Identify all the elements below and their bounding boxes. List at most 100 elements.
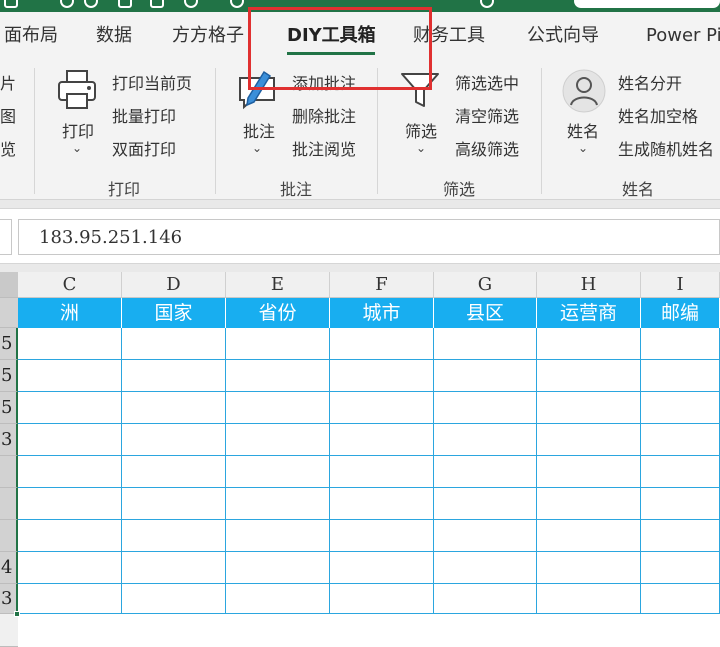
table-cell[interactable]	[641, 488, 720, 520]
table-cell[interactable]	[226, 552, 330, 584]
table-cell[interactable]	[226, 584, 330, 614]
row-header[interactable]	[0, 488, 18, 520]
formula-input[interactable]: 183.95.251.146	[18, 219, 720, 255]
advanced-filter-button[interactable]: 高级筛选	[455, 136, 519, 160]
table-cell[interactable]	[537, 392, 641, 424]
column-header[interactable]: C	[18, 272, 122, 298]
table-header-cell[interactable]: 城市	[330, 298, 434, 328]
touch-icon[interactable]	[230, 0, 244, 8]
table-cell[interactable]	[641, 456, 720, 488]
table-cell[interactable]	[434, 456, 537, 488]
tab-formula-wizard[interactable]: 公式向导	[527, 12, 599, 60]
table-header-cell[interactable]: 洲	[18, 298, 122, 328]
select-all-corner[interactable]	[0, 272, 18, 298]
row-header[interactable]: 5	[0, 392, 18, 424]
table-cell[interactable]	[434, 392, 537, 424]
row-header[interactable]	[0, 614, 18, 647]
table-cell[interactable]	[226, 360, 330, 392]
name-add-space-button[interactable]: 姓名加空格	[618, 103, 698, 127]
name-box[interactable]	[0, 219, 12, 255]
comment-review-button[interactable]: 批注阅览	[292, 136, 356, 160]
table-cell[interactable]	[537, 456, 641, 488]
fill-handle[interactable]	[14, 611, 20, 617]
column-header[interactable]: F	[330, 272, 434, 298]
clear-filter-button[interactable]: 清空筛选	[455, 103, 519, 127]
table-cell[interactable]	[330, 360, 434, 392]
table-cell[interactable]	[434, 520, 537, 552]
table-cell[interactable]	[641, 520, 720, 552]
table-cell[interactable]	[122, 392, 226, 424]
delete-comment-button[interactable]: 删除批注	[292, 103, 356, 127]
print-current-page-button[interactable]: 打印当前页	[112, 70, 192, 94]
duplex-print-button[interactable]: 双面打印	[112, 136, 176, 160]
table-cell[interactable]	[18, 424, 122, 456]
table-cell[interactable]	[641, 424, 720, 456]
layout-icon[interactable]	[118, 0, 132, 8]
table-cell[interactable]	[226, 456, 330, 488]
row-header[interactable]: 4	[0, 552, 18, 584]
table-cell[interactable]	[18, 584, 122, 614]
tab-power-pivot[interactable]: Power Pi	[646, 12, 720, 60]
table-cell[interactable]	[434, 424, 537, 456]
ribbon-partial-item[interactable]: 片	[0, 70, 16, 94]
table-cell[interactable]	[641, 552, 720, 584]
column-header[interactable]: D	[122, 272, 226, 298]
table-cell[interactable]	[641, 392, 720, 424]
table-cell[interactable]	[537, 584, 641, 614]
table-cell[interactable]	[18, 392, 122, 424]
table-header-cell[interactable]: 邮编	[641, 298, 720, 328]
filter-selected-button[interactable]: 筛选选中	[455, 70, 519, 94]
redo-icon[interactable]	[84, 0, 98, 8]
table-cell[interactable]	[434, 360, 537, 392]
split-name-button[interactable]: 姓名分开	[618, 70, 682, 94]
row-header[interactable]: 5	[0, 360, 18, 392]
table-cell[interactable]	[434, 488, 537, 520]
random-name-button[interactable]: 生成随机姓名	[618, 136, 714, 160]
undo-icon[interactable]	[60, 0, 74, 8]
table-cell[interactable]	[18, 520, 122, 552]
table-cell[interactable]	[122, 360, 226, 392]
table-cell[interactable]	[18, 456, 122, 488]
save-icon[interactable]	[4, 0, 18, 8]
column-header[interactable]: G	[434, 272, 537, 298]
table-cell[interactable]	[330, 328, 434, 360]
table-cell[interactable]	[537, 552, 641, 584]
table-cell[interactable]	[226, 424, 330, 456]
table-cell[interactable]	[122, 328, 226, 360]
circle-icon[interactable]	[184, 0, 198, 8]
table-cell[interactable]	[18, 488, 122, 520]
table-cell[interactable]	[122, 456, 226, 488]
row-header[interactable]	[0, 520, 18, 552]
table-header-cell[interactable]: 省份	[226, 298, 330, 328]
table-cell[interactable]	[641, 360, 720, 392]
table-cell[interactable]	[434, 328, 537, 360]
table-cell[interactable]	[434, 552, 537, 584]
table-cell[interactable]	[330, 520, 434, 552]
ribbon-partial-item[interactable]: 图	[0, 103, 16, 127]
account-icon[interactable]	[480, 0, 494, 8]
table-header-cell[interactable]: 运营商	[537, 298, 641, 328]
table-cell[interactable]	[330, 424, 434, 456]
table-cell[interactable]	[122, 584, 226, 614]
table-cell[interactable]	[18, 328, 122, 360]
search-box[interactable]	[574, 0, 720, 8]
table-cell[interactable]	[330, 552, 434, 584]
ribbon-partial-item[interactable]: 览	[0, 136, 16, 160]
tab-ffcell[interactable]: 方方格子	[172, 12, 244, 60]
column-header[interactable]: H	[537, 272, 641, 298]
row-header[interactable]	[0, 298, 18, 328]
table-cell[interactable]	[641, 328, 720, 360]
table-cell[interactable]	[122, 424, 226, 456]
table-cell[interactable]	[330, 584, 434, 614]
batch-print-button[interactable]: 批量打印	[112, 103, 176, 127]
tab-page-layout[interactable]: 面布局	[4, 12, 58, 60]
table-cell[interactable]	[537, 360, 641, 392]
table-header-cell[interactable]: 县区	[434, 298, 537, 328]
table-cell[interactable]	[226, 488, 330, 520]
row-header[interactable]: 3	[0, 424, 18, 456]
row-header[interactable]: 3	[0, 584, 18, 614]
table-cell[interactable]	[18, 360, 122, 392]
table-cell[interactable]	[537, 488, 641, 520]
table-cell[interactable]	[122, 552, 226, 584]
table-cell[interactable]	[330, 392, 434, 424]
